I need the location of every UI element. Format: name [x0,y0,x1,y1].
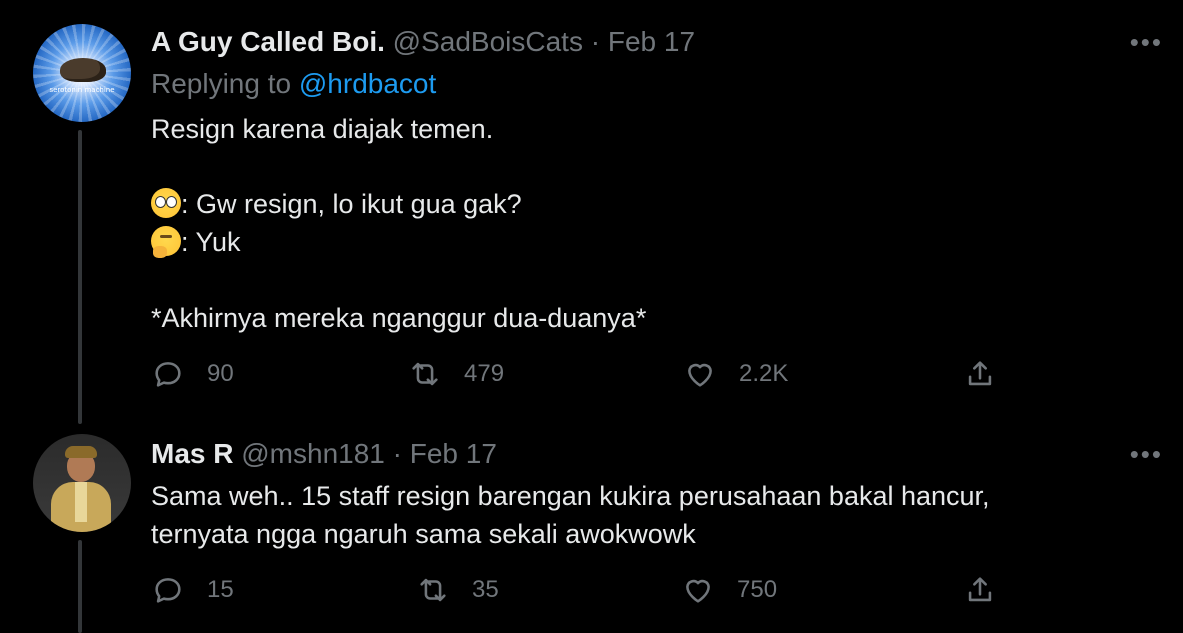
thread-line [78,130,82,424]
like-count: 2.2K [739,360,789,387]
replying-prefix: Replying to [151,68,292,99]
dialog-line: : Yuk [181,227,241,257]
like-button[interactable]: 750 [681,573,777,607]
tweet-text-line: *Akhirnya mereka nganggur dua-duanya* [151,303,647,333]
retweet-button[interactable]: 35 [416,573,499,607]
reply-count: 15 [207,576,234,603]
like-button[interactable]: 2.2K [683,357,788,391]
tweet-text-line: : Gw resign, lo ikut gua gak? [151,185,522,223]
display-name[interactable]: A Guy Called Boi. [151,26,385,57]
share-icon [968,361,992,386]
retweet-count: 479 [464,360,505,387]
separator: · [392,438,402,469]
avatar-figure [75,482,87,522]
user-handle[interactable]: @mshn181 [241,438,385,469]
tweet-actions: 15 35 750 [151,573,1011,613]
tweet-thread: serotonin machine A Guy Called Boi. @Sad… [0,0,1183,633]
user-handle[interactable]: @SadBoisCats [393,26,583,57]
avatar-caption: serotonin machine [49,86,115,94]
avatar-figure [65,446,97,458]
retweet-icon [412,362,438,386]
replying-to: Replying to @hrdbacot [151,66,436,102]
tweet-date[interactable]: Feb 17 [410,438,497,469]
retweet-count: 35 [472,576,499,603]
reply-button[interactable]: 90 [151,357,234,391]
flushed-face-icon [151,188,181,218]
avatar[interactable]: serotonin machine [33,24,131,122]
tweet-header: Mas R @mshn181 · Feb 17 [151,436,497,472]
separator: · [590,26,601,57]
cat-image [60,58,106,82]
share-button[interactable] [963,573,997,607]
display-name[interactable]: Mas R [151,438,233,469]
thread-line [78,540,82,633]
tweet-actions: 90 479 2.2K [151,357,1011,397]
tweet-date[interactable]: Feb 17 [608,26,695,57]
reply-icon [155,578,181,603]
tweet-header: A Guy Called Boi. @SadBoisCats · Feb 17 [151,24,695,60]
avatar[interactable] [33,434,131,532]
mention-link[interactable]: @hrdbacot [299,68,436,99]
more-icon[interactable]: ••• [1130,29,1163,55]
like-icon [686,579,710,603]
tweet-text-line: Sama weh.. 15 staff resign barengan kuki… [151,481,990,511]
like-icon [688,363,712,387]
share-button[interactable] [963,357,997,391]
retweet-icon [420,578,446,602]
tweet-text-line: : Yuk [151,223,241,261]
share-icon [968,577,992,602]
retweet-button[interactable]: 479 [408,357,504,391]
reply-button[interactable]: 15 [151,573,234,607]
tweet-text-line: ternyata ngga ngaruh sama sekali awokwow… [151,519,696,549]
reply-count: 90 [207,360,234,387]
more-icon[interactable]: ••• [1130,441,1163,467]
dialog-line: : Gw resign, lo ikut gua gak? [181,189,522,219]
tweet-text-line: Resign karena diajak temen. [151,114,494,144]
like-count: 750 [737,576,778,603]
reply-icon [155,362,181,387]
thinking-face-icon [151,226,181,258]
